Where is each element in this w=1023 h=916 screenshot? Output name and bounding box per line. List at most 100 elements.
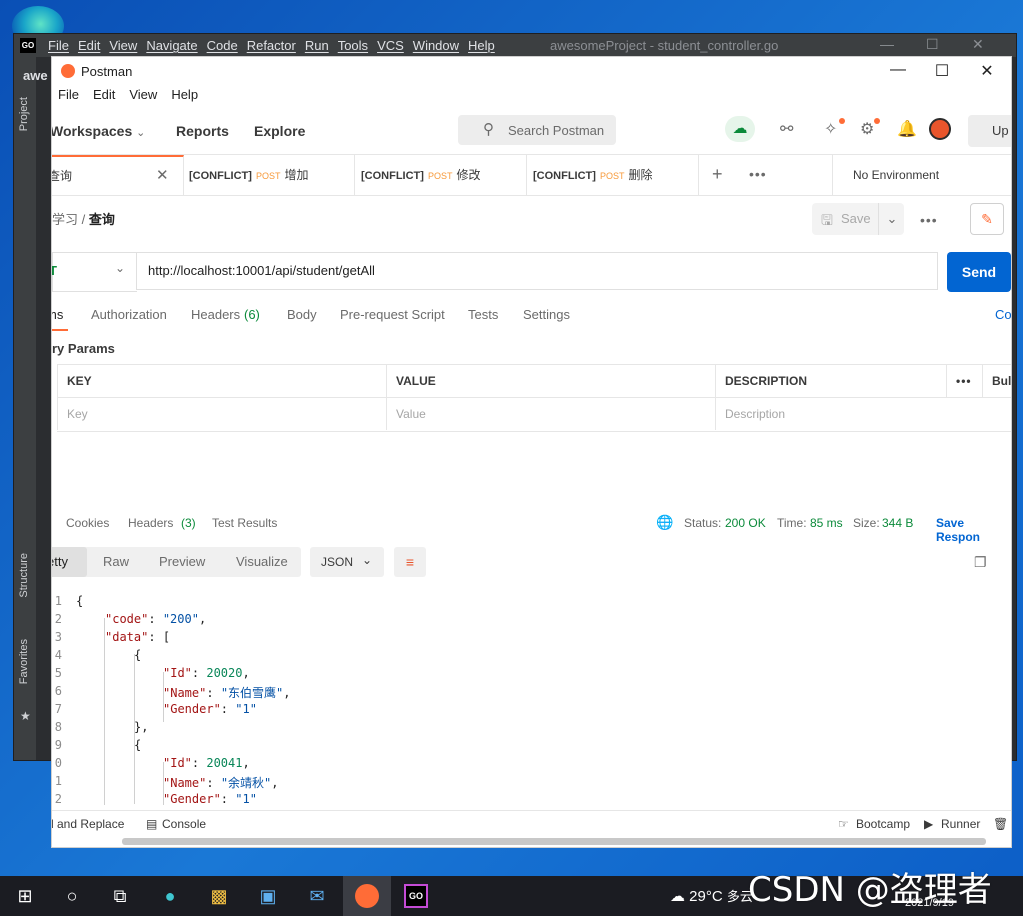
console-icon[interactable]: ▤: [146, 817, 157, 831]
task-view-icon[interactable]: ⧉: [108, 884, 132, 908]
json-sep: :: [191, 666, 207, 680]
goland-menu-code[interactable]: Code: [207, 38, 238, 53]
satellite-icon[interactable]: ✧: [824, 119, 837, 139]
trash-icon[interactable]: 🗑: [993, 817, 1008, 831]
bootcamp-button[interactable]: Bootcamp: [856, 817, 910, 831]
wrap-lines-icon[interactable]: ≡: [394, 547, 426, 577]
goland-taskbar-icon[interactable]: GO: [404, 884, 428, 908]
goland-menu-window[interactable]: Window: [413, 38, 459, 53]
file-explorer-icon[interactable]: ▩: [207, 884, 231, 908]
response-tab-cookies[interactable]: Cookies: [66, 516, 109, 530]
horizontal-scrollbar[interactable]: [122, 838, 986, 845]
save-button[interactable]: 🖫 Save ⌄: [812, 203, 904, 235]
avatar[interactable]: [929, 118, 951, 140]
workspaces-menu[interactable]: Workspaces ⌄: [52, 123, 145, 139]
send-button[interactable]: Send: [947, 252, 1011, 292]
response-body[interactable]: 1{2 "code": "200", 3 "data": [4{5 "Id": 2002…: [52, 590, 1011, 805]
runner-icon[interactable]: ▶: [924, 817, 933, 831]
maximize-icon[interactable]: ☐: [932, 61, 952, 81]
postman-taskbar-item[interactable]: [343, 876, 391, 916]
method-select[interactable]: T ⌄: [52, 252, 137, 292]
find-replace-button[interactable]: d and Replace: [52, 817, 124, 831]
goland-menu-edit[interactable]: Edit: [78, 38, 100, 53]
goland-menu-vcs[interactable]: VCS: [377, 38, 404, 53]
sync-status-icon[interactable]: ☁: [725, 116, 755, 142]
tab-tests[interactable]: Tests: [468, 307, 498, 322]
invite-user-icon[interactable]: ⚯: [780, 119, 793, 139]
environment-selector[interactable]: No Environment: [832, 155, 1011, 195]
search-circle-icon[interactable]: ○: [60, 884, 84, 908]
bulk-edit-link[interactable]: Bul: [982, 365, 1011, 397]
response-tab-headers[interactable]: Headers: [128, 516, 173, 530]
view-pretty[interactable]: etty: [52, 554, 68, 569]
menu-file[interactable]: File: [58, 87, 79, 109]
reports-link[interactable]: Reports: [176, 123, 229, 139]
menu-view[interactable]: View: [129, 87, 157, 109]
tab-params[interactable]: ms: [52, 307, 63, 322]
console-button[interactable]: Console: [162, 817, 206, 831]
copy-icon[interactable]: ❐: [974, 554, 987, 571]
menu-help[interactable]: Help: [171, 87, 198, 109]
column-options-icon[interactable]: •••: [946, 365, 982, 397]
more-actions-icon[interactable]: •••: [920, 212, 938, 228]
edit-pencil-icon[interactable]: ✎: [970, 203, 1004, 235]
key-input[interactable]: Key: [57, 398, 387, 430]
windows-start-icon[interactable]: ⊞: [13, 884, 37, 908]
view-visualize[interactable]: Visualize: [236, 554, 288, 569]
breadcrumb-current[interactable]: 查询: [89, 212, 115, 227]
search-bar[interactable]: ⚲ Search Postman: [458, 115, 616, 145]
url-input[interactable]: http://localhost:10001/api/student/getAl…: [136, 252, 938, 290]
explore-link[interactable]: Explore: [254, 123, 305, 139]
description-input[interactable]: Description: [715, 398, 1011, 430]
goland-menu-run[interactable]: Run: [305, 38, 329, 53]
globe-icon[interactable]: 🌐: [656, 514, 673, 531]
goland-menu-help[interactable]: Help: [468, 38, 495, 53]
tab-query[interactable]: 查询 ✕: [52, 155, 184, 195]
more-tabs-icon[interactable]: •••: [749, 166, 767, 182]
json-key: "Gender": [163, 702, 221, 716]
weather-widget[interactable]: ☁ 29°C 多云: [670, 886, 753, 905]
tab-modify[interactable]: [CONFLICT] POST 修改: [355, 155, 527, 195]
goland-project-tab[interactable]: awe: [23, 68, 48, 83]
goland-favorites-tool[interactable]: Favorites: [18, 639, 30, 684]
goland-menu-file[interactable]: File: [48, 38, 69, 53]
close-icon[interactable]: ✕: [977, 61, 997, 81]
tab-headers[interactable]: Headers: [191, 307, 240, 322]
menu-edit[interactable]: Edit: [93, 87, 115, 109]
mail-icon[interactable]: ✉: [305, 884, 329, 908]
runner-button[interactable]: Runner: [941, 817, 980, 831]
tab-settings[interactable]: Settings: [523, 307, 570, 322]
minimize-icon[interactable]: —: [888, 61, 908, 79]
goland-maximize-icon[interactable]: ☐: [926, 36, 939, 53]
upgrade-button[interactable]: Up: [968, 115, 1011, 147]
store-icon[interactable]: ▣: [256, 884, 280, 908]
goland-minimize-icon[interactable]: —: [880, 36, 894, 52]
response-tab-test-results[interactable]: Test Results: [212, 516, 277, 530]
format-select[interactable]: JSON ⌄: [310, 547, 384, 577]
goland-menu-view[interactable]: View: [109, 38, 137, 53]
save-response-button[interactable]: Save Respon: [936, 516, 1011, 544]
value-input[interactable]: Value: [386, 398, 716, 430]
chevron-down-icon[interactable]: ⌄: [878, 203, 905, 235]
close-tab-icon[interactable]: ✕: [156, 157, 169, 195]
tab-delete[interactable]: [CONFLICT] POST 删除: [527, 155, 699, 195]
goland-menu-refactor[interactable]: Refactor: [247, 38, 296, 53]
goland-structure-tool[interactable]: Structure: [18, 553, 30, 598]
tab-authorization[interactable]: Authorization: [91, 307, 167, 322]
new-tab-plus-icon[interactable]: +: [712, 164, 723, 185]
settings-gear-icon[interactable]: ⚙: [860, 119, 874, 139]
bell-icon[interactable]: 🔔: [897, 119, 917, 139]
tab-add[interactable]: [CONFLICT] POST 增加: [183, 155, 355, 195]
view-preview[interactable]: Preview: [159, 554, 205, 569]
tab-body[interactable]: Body: [287, 307, 317, 322]
goland-menu-navigate[interactable]: Navigate: [146, 38, 197, 53]
tab-pre-request-script[interactable]: Pre-request Script: [340, 307, 445, 322]
view-raw[interactable]: Raw: [103, 554, 129, 569]
goland-menu-tools[interactable]: Tools: [338, 38, 368, 53]
goland-close-icon[interactable]: ✕: [972, 36, 984, 53]
cookies-link[interactable]: Co: [995, 307, 1011, 322]
goland-project-tool[interactable]: Project: [18, 97, 30, 131]
breadcrumb-parent[interactable]: 学习: [52, 212, 78, 227]
edge-icon[interactable]: ●: [158, 884, 182, 908]
bootcamp-icon[interactable]: ☞: [838, 817, 849, 831]
